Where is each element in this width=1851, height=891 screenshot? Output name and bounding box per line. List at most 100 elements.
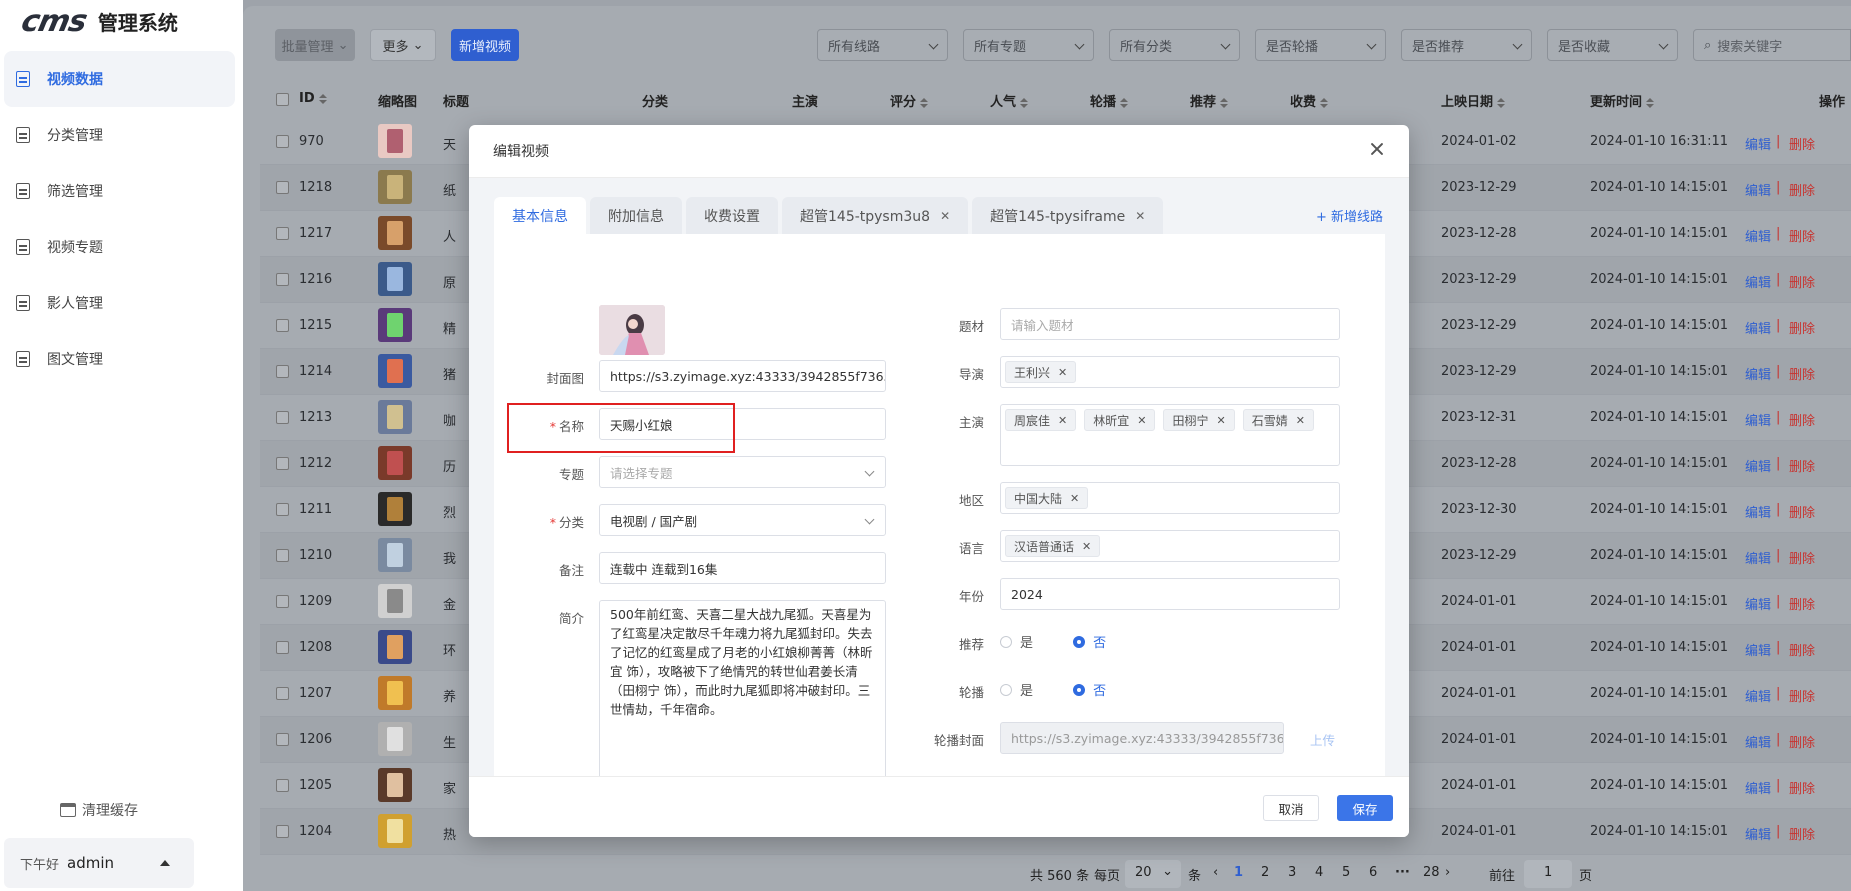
column-score[interactable]: 评分: [890, 91, 929, 110]
row-checkbox[interactable]: [276, 779, 289, 792]
add-line-button[interactable]: + 新增线路: [1316, 206, 1383, 225]
delete-link[interactable]: 删除: [1789, 456, 1815, 475]
upload-button[interactable]: 上传: [1310, 730, 1335, 749]
intro-textarea[interactable]: 500年前红鸾、天喜二星大战九尾狐。天喜星为了红鸾星决定散尽千年魂力将九尾狐封印…: [599, 600, 886, 790]
page-1[interactable]: 1: [1234, 865, 1243, 880]
close-icon[interactable]: ✕: [1082, 540, 1091, 553]
language-tags-input[interactable]: 汉语普通话 ✕: [1000, 530, 1340, 562]
tab-extra-info[interactable]: 附加信息: [590, 197, 682, 234]
delete-link[interactable]: 删除: [1789, 640, 1815, 659]
sidebar-item-category[interactable]: 分类管理: [0, 107, 243, 163]
row-checkbox[interactable]: [276, 549, 289, 562]
category-select[interactable]: 电视剧 / 国产剧: [599, 504, 886, 536]
chevron-right-icon[interactable]: ›: [1445, 865, 1450, 880]
delete-link[interactable]: 删除: [1789, 594, 1815, 613]
filter-topic-select[interactable]: 所有专题: [963, 29, 1094, 61]
cancel-button[interactable]: 取消: [1263, 795, 1319, 821]
edit-link[interactable]: 编辑: [1745, 410, 1771, 429]
row-checkbox[interactable]: [276, 733, 289, 746]
row-checkbox[interactable]: [276, 595, 289, 608]
edit-link[interactable]: 编辑: [1745, 364, 1771, 383]
batch-manage-button[interactable]: 批量管理 ⌄: [275, 29, 355, 61]
row-checkbox[interactable]: [276, 825, 289, 838]
delete-link[interactable]: 删除: [1789, 318, 1815, 337]
carousel-yes-radio[interactable]: 是: [1000, 680, 1033, 699]
column-charge[interactable]: 收费: [1290, 91, 1329, 110]
column-popularity[interactable]: 人气: [990, 91, 1029, 110]
edit-link[interactable]: 编辑: [1745, 226, 1771, 245]
row-checkbox[interactable]: [276, 273, 289, 286]
tab-basic-info[interactable]: 基本信息: [494, 197, 586, 234]
sidebar-item-people[interactable]: 影人管理: [0, 275, 243, 331]
director-tags-input[interactable]: 王利兴 ✕: [1000, 356, 1340, 388]
tab-charge-settings[interactable]: 收费设置: [686, 197, 778, 234]
chevron-left-icon[interactable]: ‹: [1213, 865, 1218, 880]
delete-link[interactable]: 删除: [1789, 226, 1815, 245]
edit-link[interactable]: 编辑: [1745, 318, 1771, 337]
delete-link[interactable]: 删除: [1789, 824, 1815, 843]
delete-link[interactable]: 删除: [1789, 548, 1815, 567]
sidebar-item-topic[interactable]: 视频专题: [0, 219, 243, 275]
filter-favorite-select[interactable]: 是否收藏: [1547, 29, 1678, 61]
row-checkbox[interactable]: [276, 135, 289, 148]
page-size-select[interactable]: 20 ⌄: [1125, 860, 1181, 888]
recommend-no-radio[interactable]: 否: [1073, 632, 1106, 651]
row-checkbox[interactable]: [276, 457, 289, 470]
page-4[interactable]: 4: [1315, 865, 1323, 880]
row-checkbox[interactable]: [276, 227, 289, 240]
recommend-yes-radio[interactable]: 是: [1000, 632, 1033, 651]
delete-link[interactable]: 删除: [1789, 686, 1815, 705]
column-id[interactable]: ID: [299, 91, 327, 106]
carousel-no-radio[interactable]: 否: [1073, 680, 1106, 699]
close-icon[interactable]: ✕: [1135, 209, 1145, 223]
delete-link[interactable]: 删除: [1789, 180, 1815, 199]
edit-link[interactable]: 编辑: [1745, 824, 1771, 843]
delete-link[interactable]: 删除: [1789, 502, 1815, 521]
more-button[interactable]: 更多 ⌄: [370, 29, 436, 61]
delete-link[interactable]: 删除: [1789, 732, 1815, 751]
edit-link[interactable]: 编辑: [1745, 686, 1771, 705]
row-checkbox[interactable]: [276, 411, 289, 424]
select-all-checkbox[interactable]: [276, 93, 289, 106]
cover-url-input[interactable]: https://s3.zyimage.xyz:43333/3942855f736…: [599, 360, 886, 392]
tab-line-m3u8[interactable]: 超管145-tpysm3u8 ✕: [782, 197, 969, 234]
remark-input[interactable]: 连载中 连载到16集: [599, 552, 886, 584]
delete-link[interactable]: 删除: [1789, 778, 1815, 797]
close-icon[interactable]: ✕: [1216, 414, 1225, 427]
column-carousel[interactable]: 轮播: [1090, 91, 1129, 110]
page-jump-input[interactable]: 1: [1524, 860, 1572, 888]
filter-recommend-select[interactable]: 是否推荐: [1401, 29, 1532, 61]
user-menu[interactable]: 下午好 admin: [4, 838, 194, 888]
theme-input[interactable]: 请输入题材: [1000, 308, 1340, 340]
close-icon[interactable]: ✕: [1296, 414, 1305, 427]
row-checkbox[interactable]: [276, 687, 289, 700]
edit-link[interactable]: 编辑: [1745, 134, 1771, 153]
topic-select[interactable]: 请选择专题: [599, 456, 886, 488]
clear-cache-button[interactable]: 清理缓存: [60, 800, 138, 820]
column-recommend[interactable]: 推荐: [1190, 91, 1229, 110]
search-input[interactable]: ⌕ 搜索关键字: [1693, 29, 1851, 61]
edit-link[interactable]: 编辑: [1745, 502, 1771, 521]
save-button[interactable]: 保存: [1337, 795, 1393, 821]
edit-link[interactable]: 编辑: [1745, 456, 1771, 475]
edit-link[interactable]: 编辑: [1745, 732, 1771, 751]
page-2[interactable]: 2: [1261, 865, 1269, 880]
row-checkbox[interactable]: [276, 181, 289, 194]
page-6[interactable]: 6: [1369, 865, 1377, 880]
add-video-button[interactable]: 新增视频: [451, 29, 519, 61]
tab-line-iframe[interactable]: 超管145-tpysiframe ✕: [972, 197, 1164, 234]
edit-link[interactable]: 编辑: [1745, 640, 1771, 659]
edit-link[interactable]: 编辑: [1745, 778, 1771, 797]
sidebar-item-articles[interactable]: 图文管理: [0, 331, 243, 387]
filter-carousel-select[interactable]: 是否轮播: [1255, 29, 1386, 61]
edit-link[interactable]: 编辑: [1745, 548, 1771, 567]
close-icon[interactable]: ✕: [1070, 492, 1079, 505]
row-checkbox[interactable]: [276, 641, 289, 654]
edit-link[interactable]: 编辑: [1745, 272, 1771, 291]
year-input[interactable]: 2024: [1000, 578, 1340, 610]
delete-link[interactable]: 删除: [1789, 272, 1815, 291]
edit-link[interactable]: 编辑: [1745, 180, 1771, 199]
delete-link[interactable]: 删除: [1789, 364, 1815, 383]
column-updated[interactable]: 更新时间: [1590, 91, 1655, 110]
filter-route-select[interactable]: 所有线路: [817, 29, 948, 61]
